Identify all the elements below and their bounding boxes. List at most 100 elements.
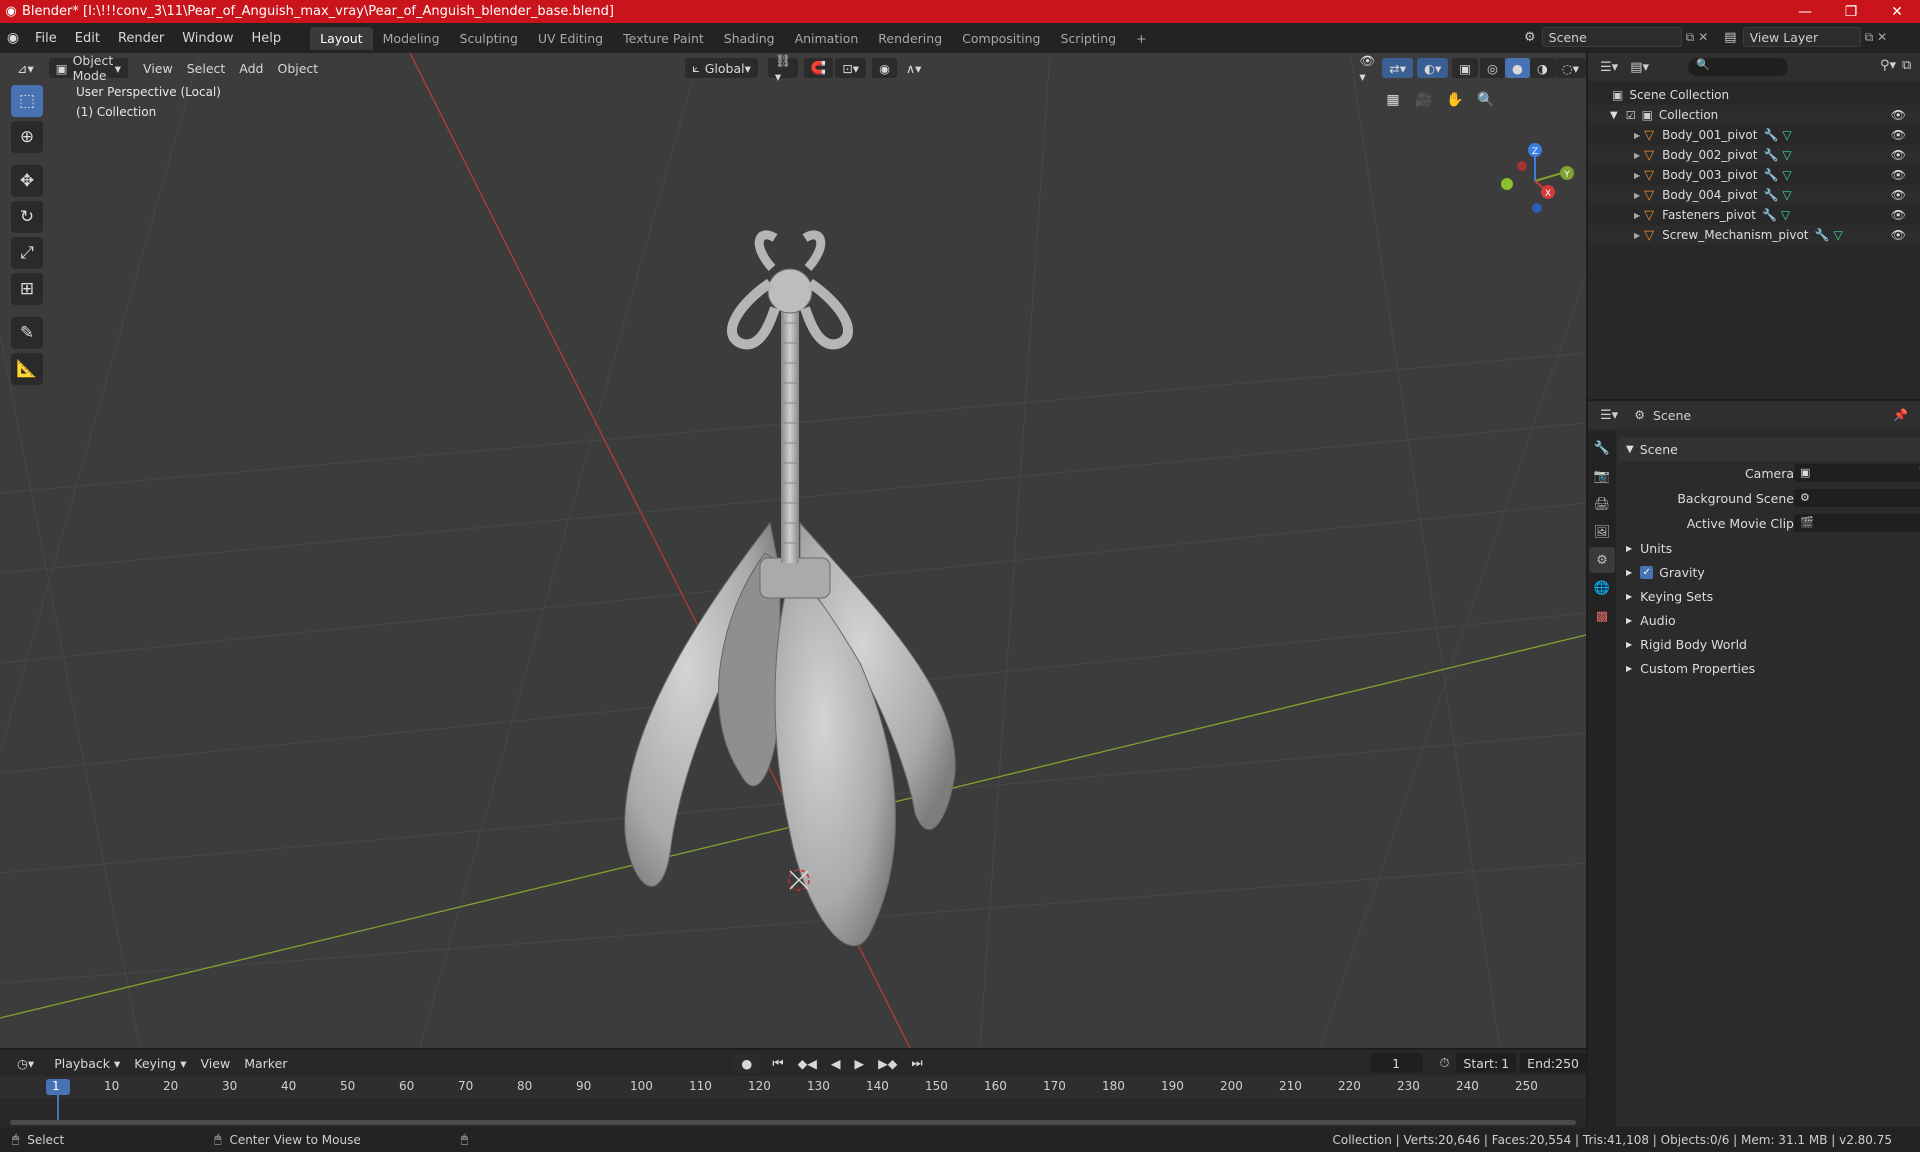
menu-window[interactable]: Window — [173, 31, 242, 46]
jump-start-icon[interactable]: ⏮ — [765, 1053, 790, 1073]
scene-field[interactable]: Scene — [1541, 27, 1682, 47]
snap-target-icon[interactable]: ⊡▾ — [835, 58, 867, 78]
record-icon[interactable]: ● — [734, 1053, 760, 1073]
snap-magnet-icon[interactable]: 🧲 — [803, 58, 834, 78]
outliner-item[interactable]: ▶ ▽ Body_001_pivot 🔧 ▽ 👁 — [1588, 125, 1920, 145]
scale-tool-icon[interactable]: ⤢ — [11, 237, 43, 269]
texture-tab-icon[interactable]: ▩ — [1589, 603, 1615, 629]
camera-view-icon[interactable]: 🎥 — [1411, 87, 1437, 113]
display-mode-icon[interactable]: ▤▾ — [1630, 60, 1649, 75]
audio-panel[interactable]: ▶ Audio — [1618, 608, 1920, 632]
tab-rendering[interactable]: Rendering — [868, 27, 952, 50]
menu-edit[interactable]: Edit — [66, 31, 109, 46]
filter-icon[interactable]: ⚲▾ — [1880, 58, 1896, 73]
scene-section-header[interactable]: ▼ Scene — [1618, 437, 1920, 461]
proportional-edit-icon[interactable]: ◉ — [872, 58, 897, 78]
gizmo-toggle-icon[interactable]: ⇄▾ — [1382, 58, 1414, 78]
maximize-icon[interactable]: ❐ — [1828, 4, 1874, 20]
outliner-item[interactable]: ▶ ▽ Fasteners_pivot 🔧 ▽ 👁 — [1588, 205, 1920, 225]
view-layer-tab-icon[interactable]: 🖼 — [1589, 519, 1615, 545]
stopwatch-icon[interactable]: ⏱ — [1433, 1053, 1457, 1073]
annotate-tool-icon[interactable]: ✎ — [11, 317, 43, 349]
new-scene-icon[interactable]: ⧉ — [1686, 30, 1695, 45]
tab-modeling[interactable]: Modeling — [373, 27, 450, 50]
visibility-icon[interactable]: 👁▾ — [1352, 53, 1382, 84]
eye-icon[interactable]: 👁 — [1891, 188, 1906, 202]
rendered-shading-icon[interactable]: ◌▾ — [1554, 58, 1586, 78]
tab-shading[interactable]: Shading — [714, 27, 785, 50]
scene-selector-icon[interactable]: ⚙ — [1524, 30, 1536, 45]
play-reverse-icon[interactable]: ◀ — [824, 1053, 848, 1073]
checkbox-icon[interactable]: ☑ — [1626, 109, 1636, 122]
navigation-gizmo[interactable]: Z Y X — [1501, 143, 1574, 213]
jump-end-icon[interactable]: ⏭ — [904, 1053, 929, 1073]
eye-icon[interactable]: 👁 — [1891, 168, 1906, 182]
move-tool-icon[interactable]: ✥ — [11, 165, 43, 197]
zoom-icon[interactable]: 🔍 — [1473, 87, 1499, 113]
select-box-tool-icon[interactable]: ⬚ — [11, 85, 43, 117]
end-frame-field[interactable]: End: 250 — [1520, 1053, 1586, 1073]
timeline-scrollbar[interactable] — [10, 1120, 1576, 1125]
orientation-dropdown[interactable]: ⟀ Global ▾ — [685, 58, 758, 78]
outliner-search-input[interactable]: 🔍 — [1688, 58, 1788, 76]
delete-viewlayer-icon[interactable]: ✕ — [1877, 30, 1887, 44]
custom-properties-panel[interactable]: ▶ Custom Properties — [1618, 656, 1920, 680]
expand-arrow-icon[interactable]: ▼ — [1610, 110, 1618, 121]
pivot-point-icon[interactable]: ⛓▾ — [767, 53, 798, 84]
pin-icon[interactable]: 📌 — [1893, 408, 1908, 422]
tab-animation[interactable]: Animation — [785, 27, 869, 50]
eye-icon[interactable]: 👁 — [1891, 228, 1906, 242]
menu-file[interactable]: File — [26, 31, 66, 46]
tab-scripting[interactable]: Scripting — [1051, 27, 1127, 50]
mode-dropdown[interactable]: ▣ Object Mode ▾ — [48, 53, 129, 83]
new-collection-icon[interactable]: ⧉ — [1902, 58, 1911, 73]
render-tab-icon[interactable]: 📷 — [1589, 463, 1615, 489]
menu-object[interactable]: Object — [270, 58, 325, 78]
active-movie-clip-field[interactable]: 🎬 — [1794, 514, 1920, 532]
keying-sets-panel[interactable]: ▶ Keying Sets — [1618, 584, 1920, 608]
menu-render[interactable]: Render — [109, 31, 173, 46]
3d-viewport[interactable]: Z Y X User Perspective (Local) (1) Colle… — [0, 53, 1586, 1048]
start-frame-field[interactable]: Start: 1 — [1456, 1053, 1517, 1073]
menu-timeline-view[interactable]: View — [194, 1053, 238, 1073]
eye-icon[interactable]: 👁 — [1891, 128, 1906, 142]
gravity-checkbox[interactable]: ✓ — [1640, 565, 1654, 579]
xray-icon[interactable]: ▣ — [1452, 58, 1479, 78]
new-viewlayer-icon[interactable]: ⧉ — [1865, 30, 1874, 45]
solid-shading-icon[interactable]: ● — [1504, 58, 1530, 78]
material-shading-icon[interactable]: ◑ — [1529, 58, 1555, 78]
viewlayer-selector-icon[interactable]: ▤ — [1724, 30, 1736, 45]
scene-tab-icon[interactable]: ⚙ — [1589, 547, 1615, 573]
outliner-item[interactable]: ▶ ▽ Body_003_pivot 🔧 ▽ 👁 — [1588, 165, 1920, 185]
timeline-ruler[interactable]: 1 10 20 30 40 50 60 70 80 90 100 110 120… — [0, 1076, 1586, 1125]
menu-keying[interactable]: Keying ▾ — [127, 1053, 193, 1073]
overlay-toggle-icon[interactable]: ◐▾ — [1417, 58, 1449, 78]
tool-tab-icon[interactable]: 🔧 — [1589, 435, 1615, 461]
world-tab-icon[interactable]: 🌐 — [1589, 575, 1615, 601]
tab-layout[interactable]: Layout — [310, 26, 373, 50]
current-frame-field[interactable]: 1 — [1369, 1053, 1423, 1073]
eye-icon[interactable]: 👁 — [1891, 108, 1906, 122]
rigid-body-world-panel[interactable]: ▶ Rigid Body World — [1618, 632, 1920, 656]
background-scene-field[interactable]: ⚙ — [1794, 489, 1920, 507]
menu-view[interactable]: View — [136, 58, 180, 78]
units-panel[interactable]: ▶ Units — [1618, 536, 1920, 560]
eye-icon[interactable]: 👁 — [1891, 148, 1906, 162]
rotate-tool-icon[interactable]: ↻ — [11, 201, 43, 233]
jump-keyframe-forward-icon[interactable]: ▶◆ — [871, 1053, 904, 1073]
viewlayer-field[interactable]: View Layer — [1742, 27, 1861, 47]
cursor-tool-icon[interactable]: ⊕ — [11, 121, 43, 153]
wireframe-shading-icon[interactable]: ◎ — [1480, 58, 1505, 78]
minimize-icon[interactable]: — — [1782, 4, 1828, 20]
grid-view-icon[interactable]: ▦ — [1380, 87, 1406, 113]
add-workspace-icon[interactable]: + — [1126, 27, 1156, 50]
measure-tool-icon[interactable]: 📐 — [11, 353, 43, 385]
menu-select[interactable]: Select — [180, 58, 233, 78]
timeline-editor-icon[interactable]: ◷▾ — [10, 1053, 41, 1073]
editor-type-icon[interactable]: ⊿▾ — [10, 58, 41, 78]
falloff-icon[interactable]: ∧▾ — [899, 58, 928, 78]
menu-help[interactable]: Help — [243, 31, 291, 46]
jump-keyframe-back-icon[interactable]: ◆◀ — [791, 1053, 824, 1073]
outliner-scene-collection[interactable]: ▣ Scene Collection — [1588, 85, 1920, 105]
menu-marker[interactable]: Marker — [237, 1053, 294, 1073]
